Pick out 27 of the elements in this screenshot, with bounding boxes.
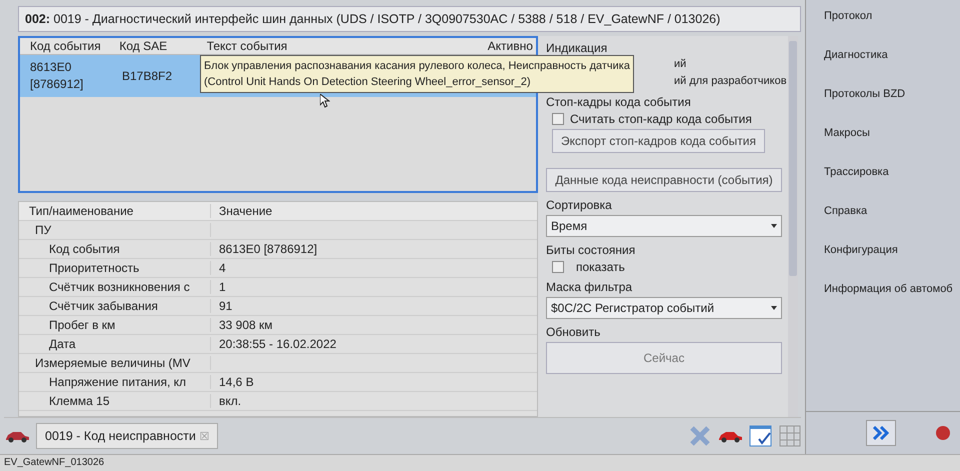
- tooltip: Блок управления распознавания касания рулевого колеса, Неисправность датчика (Control Unit Hands On Detection Steering Wheel_error_sensor_2): [200, 55, 634, 93]
- property-name: Приоритетность: [19, 261, 211, 275]
- property-name: Напряжение питания, кл: [19, 375, 211, 389]
- group-label: Маска фильтра: [546, 280, 634, 294]
- property-name: Клемма 15: [19, 394, 211, 408]
- group-label: Стоп-кадры кода события: [546, 95, 692, 109]
- table-cell-text: 8613E0 [8786912]: [29, 59, 84, 93]
- property-name: Дата: [19, 337, 211, 351]
- group-label: Сортировка: [546, 198, 613, 212]
- property-value: вкл.: [218, 394, 242, 408]
- property-value: 4: [218, 261, 226, 275]
- table-cell-text: B17B8F2: [121, 69, 174, 83]
- property-name: Пробег в км: [19, 318, 211, 332]
- property-name: Счётчик забывания: [19, 299, 211, 313]
- group-label: Индикация: [546, 41, 608, 55]
- property-name: Код события: [19, 242, 211, 256]
- property-value: 8613E0 [8786912]: [218, 242, 318, 256]
- property-value: 20:38:55 - 16.02.2022: [218, 337, 336, 351]
- property-value: 33 908 км: [218, 318, 273, 332]
- status-bar: EV_GatewNF_013026: [0, 454, 960, 471]
- window-title: 002: 0019 - Диагностический интерфейс шин данных (UDS / ISOTP / 3Q0907530AC / 5388 / 518 / EV_GatewNF / 013026): [18, 6, 801, 32]
- property-value: 14,6 В: [218, 375, 254, 389]
- group-label: Биты состояния: [546, 243, 636, 257]
- group-label: Обновить: [546, 325, 602, 339]
- property-name: Счётчик возникновения с: [19, 280, 211, 294]
- property-value: 1: [218, 280, 226, 294]
- property-value: 91: [218, 299, 232, 313]
